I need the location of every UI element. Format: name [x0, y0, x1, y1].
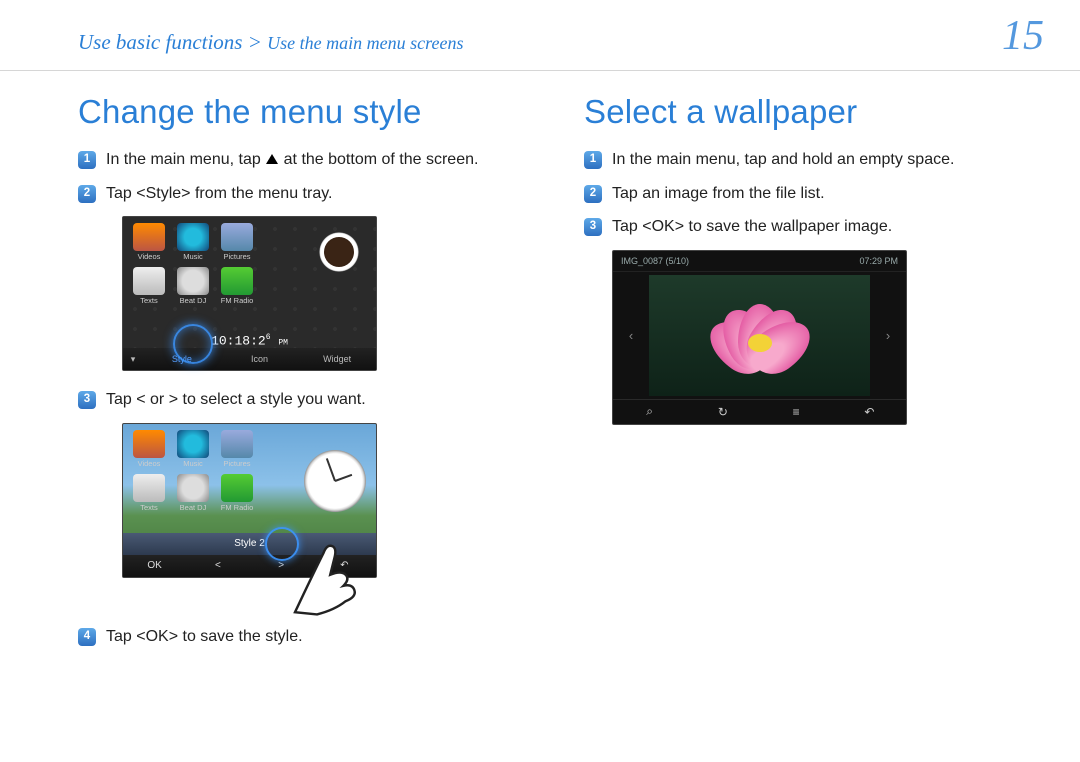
step-4: 4 Tap <OK> to save the style. [78, 626, 538, 648]
wp-step-2: 2 Tap an image from the file list. [584, 183, 1044, 205]
beatdj-icon [177, 474, 209, 502]
style-highlight-ring [173, 324, 213, 364]
videos-icon [133, 430, 165, 458]
device-clock: 10:18:26 PM [123, 333, 376, 348]
header-divider [0, 70, 1080, 71]
device-tray: ▾ Style Icon Widget [123, 348, 376, 370]
image-time: 07:29 PM [859, 256, 898, 266]
pictures-icon [221, 223, 253, 251]
menu-icon: ≡ [760, 405, 833, 419]
step-badge-2: 2 [78, 185, 96, 203]
step-3: 3 Tap < or > to select a style you want. [78, 389, 538, 411]
page-number: 15 [1002, 12, 1044, 60]
tray-icon: Icon [221, 354, 299, 364]
videos-icon [133, 223, 165, 251]
chevron-down-icon: ▾ [123, 354, 143, 365]
device-screenshot-menu-style: Videos Music Pictures Texts Beat DJ FM R… [122, 216, 377, 371]
step-1: 1 In the main menu, tap at the bottom of… [78, 149, 538, 171]
back-icon: ↶ [833, 405, 906, 419]
step-badge-2: 2 [584, 185, 602, 203]
nav-prev-icon: ‹ [617, 275, 645, 396]
wp-step-1: 1 In the main menu, tap and hold an empt… [584, 149, 1044, 171]
search-icon: ⌕ [613, 404, 686, 419]
fmradio-icon [221, 267, 253, 295]
texts-icon [133, 474, 165, 502]
step-badge-1: 1 [584, 151, 602, 169]
fmradio-icon [221, 474, 253, 502]
ok-button: OK [123, 560, 186, 571]
breadcrumb-main: Use basic functions [78, 30, 242, 54]
device-screenshot-wallpaper: IMG_0087 (5/10) 07:29 PM ‹ › ⌕ ↻ [612, 250, 907, 425]
section-title-change-style: Change the menu style [78, 93, 538, 131]
prev-button: < [186, 560, 249, 571]
beatdj-icon [177, 267, 209, 295]
step-badge-4: 4 [78, 628, 96, 646]
texts-icon [133, 267, 165, 295]
wp-step-3: 3 Tap <OK> to save the wallpaper image. [584, 216, 1044, 238]
breadcrumb-sub: Use the main menu screens [267, 33, 463, 53]
step-badge-3: 3 [78, 391, 96, 409]
music-icon [177, 223, 209, 251]
music-icon [177, 430, 209, 458]
step-2: 2 Tap <Style> from the menu tray. [78, 183, 538, 205]
pictures-icon [221, 430, 253, 458]
wallpaper-image [649, 275, 870, 396]
viewer-bottom-bar: ⌕ ↻ ≡ ↶ [613, 399, 906, 424]
tray-widget: Widget [298, 354, 376, 364]
image-filename: IMG_0087 (5/10) [621, 256, 689, 266]
step-badge-3: 3 [584, 218, 602, 236]
triangle-up-icon [266, 154, 278, 164]
section-title-wallpaper: Select a wallpaper [584, 93, 1044, 131]
nav-next-icon: › [874, 275, 902, 396]
lotus-flower-icon [700, 300, 820, 370]
breadcrumb: Use basic functions > Use the main menu … [78, 30, 463, 55]
analog-clock-icon [304, 450, 366, 512]
device-screenshot-style2: Videos Music Pictures Texts Beat DJ FM R… [122, 423, 377, 578]
rotate-icon: ↻ [686, 405, 759, 419]
step-badge-1: 1 [78, 151, 96, 169]
pointing-hand-icon [273, 511, 383, 621]
